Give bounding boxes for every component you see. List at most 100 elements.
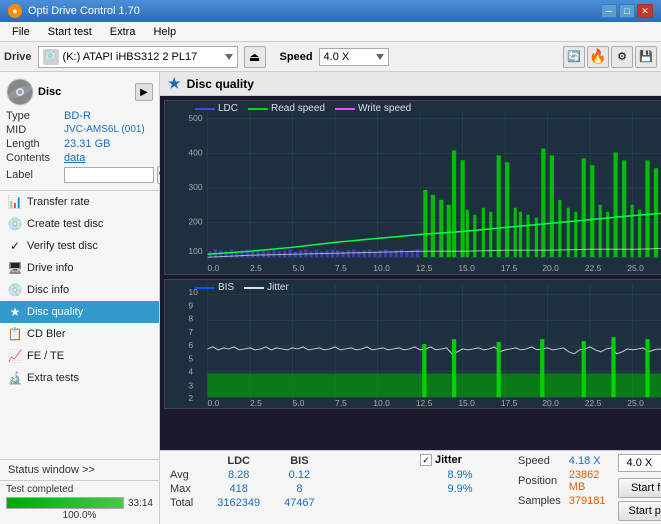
speed-position-section: Speed 4.18 X Position 23862 MB Samples 3…	[514, 454, 610, 508]
svg-text:400: 400	[188, 149, 203, 158]
legend-read-color	[248, 108, 268, 110]
legend-write-label: Write speed	[358, 103, 411, 114]
jitter-avg-value: 8.9%	[420, 468, 500, 482]
disc-label-row: Label ✎	[6, 166, 153, 184]
menu-help[interactable]: Help	[145, 24, 184, 40]
jitter-total-value	[420, 496, 500, 510]
nav-create-test-disc[interactable]: 💿 Create test disc	[0, 213, 159, 235]
disc-contents-value[interactable]: data	[64, 152, 85, 164]
drive-info-icon: 🖥	[8, 261, 22, 275]
disc-type-value: BD-R	[64, 110, 91, 122]
stats-max-row: Max 418 8	[166, 482, 327, 496]
refresh-button[interactable]: 🔄	[563, 46, 585, 68]
svg-text:12.5: 12.5	[416, 264, 433, 273]
verify-test-disc-icon: ✓	[8, 239, 22, 253]
top-chart-svg: 500 400 300 200 100 18X 16X 14X 12X 10X …	[165, 101, 661, 274]
nav-drive-info[interactable]: 🖥 Drive info	[0, 257, 159, 279]
nav-disc-info[interactable]: 💿 Disc info	[0, 279, 159, 301]
speed-dropdown[interactable]: 4.0 X	[618, 454, 661, 472]
disc-options-button[interactable]: ▶	[135, 83, 153, 101]
speed-row: Speed 4.18 X	[514, 454, 610, 468]
nav-extra-tests-label: Extra tests	[27, 372, 79, 384]
svg-text:200: 200	[188, 218, 203, 227]
stats-total-row: Total 3162349 47467	[166, 496, 327, 510]
speed-dropdown-row: 4.0 X	[618, 454, 661, 472]
create-test-disc-icon: 💿	[8, 217, 22, 231]
disc-mid-value: JVC-AMS6L (001)	[64, 124, 145, 136]
nav-disc-quality-label: Disc quality	[27, 306, 83, 318]
nav-transfer-rate-label: Transfer rate	[27, 196, 90, 208]
menu-extra[interactable]: Extra	[102, 24, 144, 40]
disc-mid-field: MID JVC-AMS6L (001)	[6, 124, 153, 136]
nav-disc-quality[interactable]: ★ Disc quality	[0, 301, 159, 323]
nav-fe-te[interactable]: 📈 FE / TE	[0, 345, 159, 367]
stats-avg-bis: 0.12	[272, 468, 327, 482]
app-icon: ●	[8, 4, 22, 18]
stats-col-bis-header: BIS	[272, 454, 327, 468]
eject-button[interactable]: ⏏	[244, 46, 266, 68]
svg-text:3: 3	[188, 382, 193, 391]
legend-jitter-label: Jitter	[267, 282, 289, 293]
stats-max-ldc: 418	[205, 482, 272, 496]
menu-start-test[interactable]: Start test	[40, 24, 100, 40]
position-value-cell: 23862 MB	[565, 468, 610, 494]
top-chart-legend: LDC Read speed Write speed	[195, 103, 411, 114]
nav-verify-test-disc[interactable]: ✓ Verify test disc	[0, 235, 159, 257]
settings-button[interactable]: ⚙	[611, 46, 633, 68]
nav-cd-bler-label: CD Bler	[27, 328, 66, 340]
minimize-button[interactable]: ─	[601, 4, 617, 18]
jitter-checkbox[interactable]: ✓	[420, 454, 432, 466]
disc-type-label: Type	[6, 110, 64, 122]
svg-text:2: 2	[188, 394, 193, 403]
samples-label-cell: Samples	[514, 494, 565, 508]
menu-file[interactable]: File	[4, 24, 38, 40]
svg-text:0.0: 0.0	[208, 264, 220, 273]
drive-select[interactable]: 💿 (K:) ATAPI iHBS312 2 PL17	[38, 46, 238, 68]
nav-transfer-rate[interactable]: 📊 Transfer rate	[0, 191, 159, 213]
nav-verify-test-disc-label: Verify test disc	[27, 240, 98, 252]
status-window-button[interactable]: Status window >>	[0, 459, 159, 480]
svg-text:8: 8	[188, 315, 193, 324]
svg-text:2.5: 2.5	[250, 264, 262, 273]
start-full-button[interactable]: Start full	[618, 478, 661, 498]
burn-button[interactable]: 🔥	[587, 46, 609, 68]
status-window-label: Status window >>	[8, 464, 95, 476]
top-chart: LDC Read speed Write speed 500	[164, 100, 661, 275]
svg-text:9: 9	[188, 302, 193, 311]
disc-length-field: Length 23.31 GB	[6, 138, 153, 150]
stats-total-ldc: 3162349	[205, 496, 272, 510]
disc-graphic	[6, 78, 34, 106]
stats-avg-label: Avg	[166, 468, 205, 482]
jitter-label: Jitter	[435, 454, 462, 466]
position-row: Position 23862 MB	[514, 468, 610, 494]
right-panel: ★ Disc quality LDC Read speed	[160, 72, 661, 524]
svg-text:7: 7	[188, 328, 193, 337]
svg-text:500: 500	[188, 114, 203, 123]
svg-text:15.0: 15.0	[458, 264, 475, 273]
disc-label-input[interactable]	[64, 167, 154, 183]
disc-length-label: Length	[6, 138, 64, 150]
maximize-button[interactable]: □	[619, 4, 635, 18]
legend-jitter-color	[244, 287, 264, 289]
svg-text:7.5: 7.5	[335, 399, 347, 408]
main-content: Disc ▶ Type BD-R MID JVC-AMS6L (001) Len…	[0, 72, 661, 524]
svg-text:25.0: 25.0	[627, 264, 644, 273]
save-button[interactable]: 💾	[635, 46, 657, 68]
chart-container: LDC Read speed Write speed 500	[160, 96, 661, 450]
nav-extra-tests[interactable]: 🔬 Extra tests	[0, 367, 159, 389]
legend-read: Read speed	[248, 103, 325, 114]
svg-text:20.0: 20.0	[542, 399, 559, 408]
svg-text:300: 300	[188, 183, 203, 192]
speed-select[interactable]: 4.0 X	[319, 48, 389, 66]
disc-type-field: Type BD-R	[6, 110, 153, 122]
start-part-button[interactable]: Start part	[618, 501, 661, 521]
progress-bar	[6, 497, 124, 509]
stats-total-label: Total	[166, 496, 205, 510]
app-title: Opti Drive Control 1.70	[28, 5, 140, 17]
nav-fe-te-label: FE / TE	[27, 350, 64, 362]
close-button[interactable]: ✕	[637, 4, 653, 18]
disc-quality-header-icon: ★	[168, 75, 181, 92]
progress-fill	[7, 498, 123, 508]
nav-cd-bler[interactable]: 📋 CD Bler	[0, 323, 159, 345]
stats-avg-ldc: 8.28	[205, 468, 272, 482]
